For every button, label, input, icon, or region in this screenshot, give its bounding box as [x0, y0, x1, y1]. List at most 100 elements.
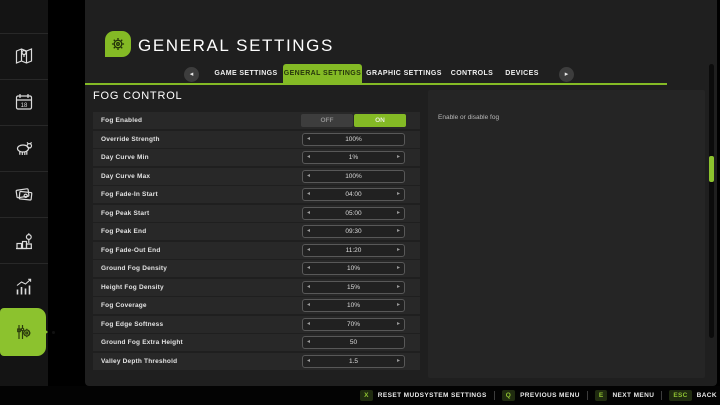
increment-arrow-icon[interactable]: ▸: [397, 300, 400, 311]
fog-enabled-toggle[interactable]: OFFON: [301, 114, 406, 127]
sidebar-item-finances[interactable]: [0, 172, 48, 216]
value-stepper[interactable]: ◂50▸: [302, 336, 405, 349]
keycap-x: X: [360, 390, 373, 401]
setting-row: Day Curve Min◂1%▸: [93, 149, 420, 166]
setting-value: 15%: [303, 282, 404, 293]
gear-icon: [109, 35, 127, 53]
chevron-right-icon: ▸: [565, 71, 569, 78]
value-stepper[interactable]: ◂100%▸: [302, 133, 405, 146]
tab-game-settings[interactable]: GAME SETTINGS: [214, 64, 277, 84]
value-stepper[interactable]: ◂15%▸: [302, 281, 405, 294]
scrollbar-thumb[interactable]: [709, 156, 714, 182]
setting-value: 1%: [303, 152, 404, 163]
setting-label: Fog Peak End: [101, 223, 146, 240]
value-stepper[interactable]: ◂1%▸: [302, 151, 405, 164]
description-panel: Enable or disable fog: [428, 90, 705, 378]
setting-row: Ground Fog Extra Height ◂50▸: [93, 334, 420, 351]
tab-general-settings[interactable]: GENERAL SETTINGS: [283, 64, 362, 84]
map-icon: [13, 45, 35, 67]
value-stepper[interactable]: ◂1.5▸: [302, 355, 405, 368]
money-icon: [13, 183, 35, 205]
setting-row: Ground Fog Density◂10%▸: [93, 260, 420, 277]
tabs-next-button[interactable]: ▸: [559, 67, 574, 82]
setting-row: Fog Fade-Out End ◂11:20▸: [93, 242, 420, 259]
hint-divider: [661, 391, 662, 400]
increment-arrow-icon[interactable]: ▸: [397, 263, 400, 274]
setting-label: Fog Enabled: [101, 112, 142, 129]
setting-label: Fog Peak Start: [101, 205, 149, 222]
toggle-off-button[interactable]: OFF: [301, 114, 353, 127]
sidebar: 18: [0, 0, 48, 386]
value-stepper[interactable]: ◂05:00▸: [302, 207, 405, 220]
keycap-q: Q: [502, 390, 515, 401]
increment-arrow-icon[interactable]: ▸: [397, 152, 400, 163]
setting-value: 04:00: [303, 189, 404, 200]
value-stepper[interactable]: ◂10%▸: [302, 262, 405, 275]
setting-description: Enable or disable fog: [438, 114, 499, 121]
factory-icon: [13, 230, 35, 252]
tab-devices[interactable]: DEVICES: [505, 64, 539, 84]
setting-label: Fog Fade-In Start: [101, 186, 158, 203]
value-stepper[interactable]: ◂100%▸: [302, 170, 405, 183]
increment-arrow-icon[interactable]: ▸: [397, 226, 400, 237]
value-stepper[interactable]: ◂11:20▸: [302, 244, 405, 257]
value-stepper[interactable]: ◂70%▸: [302, 318, 405, 331]
settings-sliders-icon: [12, 321, 34, 343]
increment-arrow-icon[interactable]: ▸: [397, 208, 400, 219]
sidebar-item-settings[interactable]: [0, 308, 46, 356]
increment-arrow-icon[interactable]: ▸: [397, 319, 400, 330]
general-settings-badge: [105, 31, 131, 57]
setting-value: 09:30: [303, 226, 404, 237]
hint-label[interactable]: RESET MUDSYSTEM SETTINGS: [378, 392, 487, 399]
setting-value: 100%: [303, 134, 404, 145]
setting-row: Day Curve Max◂100%▸: [93, 168, 420, 185]
toggle-on-button[interactable]: ON: [354, 114, 406, 127]
setting-row: Fog Peak End ◂09:30▸: [93, 223, 420, 240]
sidebar-divider: [0, 217, 48, 218]
tab-controls[interactable]: CONTROLS: [451, 64, 493, 84]
setting-value: 1.5: [303, 356, 404, 367]
tabs-prev-button[interactable]: ◂: [184, 67, 199, 82]
increment-arrow-icon[interactable]: ▸: [397, 189, 400, 200]
setting-label: Valley Depth Threshold: [101, 353, 177, 370]
sidebar-item-production[interactable]: [0, 219, 48, 263]
keybind-hint: E NEXT MENU: [595, 390, 655, 401]
hint-divider: [494, 391, 495, 400]
keybind-hint: X RESET MUDSYSTEM SETTINGS: [360, 390, 487, 401]
scrollbar-track[interactable]: [709, 64, 714, 338]
value-stepper[interactable]: ◂04:00▸: [302, 188, 405, 201]
tab-graphic-settings[interactable]: GRAPHIC SETTINGS: [366, 64, 442, 84]
setting-value: 70%: [303, 319, 404, 330]
setting-value: 11:20: [303, 245, 404, 256]
section-title: FOG CONTROL: [93, 90, 182, 102]
increment-arrow-icon[interactable]: ▸: [397, 245, 400, 256]
setting-row: Height Fog Density◂15%▸: [93, 279, 420, 296]
setting-row: Fog Enabled OFFON: [93, 112, 420, 129]
page-title: GENERAL SETTINGS: [138, 36, 334, 56]
sidebar-item-map[interactable]: [0, 34, 48, 78]
increment-arrow-icon[interactable]: ▸: [397, 282, 400, 293]
setting-row: Fog Coverage ◂10%▸: [93, 297, 420, 314]
sidebar-item-calendar[interactable]: 18: [0, 80, 48, 124]
increment-arrow-icon[interactable]: ▸: [397, 356, 400, 367]
settings-panel: GENERAL SETTINGS ◂ GAME SETTINGS GENERAL …: [85, 0, 717, 386]
sidebar-item-animals[interactable]: [0, 126, 48, 170]
animal-icon: [13, 137, 35, 159]
setting-label: Ground Fog Extra Height: [101, 334, 183, 351]
sidebar-item-statistics[interactable]: [0, 265, 48, 309]
hint-label[interactable]: PREVIOUS MENU: [520, 392, 580, 399]
setting-row: Override Strength◂100%▸: [93, 131, 420, 148]
value-stepper[interactable]: ◂09:30▸: [302, 225, 405, 238]
hint-label[interactable]: NEXT MENU: [612, 392, 654, 399]
setting-label: Fog Fade-Out End: [101, 242, 161, 259]
chevron-left-icon: ◂: [190, 71, 194, 78]
screen: 18: [0, 0, 720, 405]
sidebar-divider: [0, 263, 48, 264]
value-stepper[interactable]: ◂10%▸: [302, 299, 405, 312]
keycap-e: E: [595, 390, 608, 401]
statistics-icon: [13, 276, 35, 298]
hint-label[interactable]: BACK: [697, 392, 717, 399]
setting-row: Fog Peak Start ◂05:00▸: [93, 205, 420, 222]
setting-label: Fog Coverage: [101, 297, 147, 314]
settings-rows: Fog EnabledOFFONOverride Strength◂100%▸D…: [93, 112, 420, 371]
